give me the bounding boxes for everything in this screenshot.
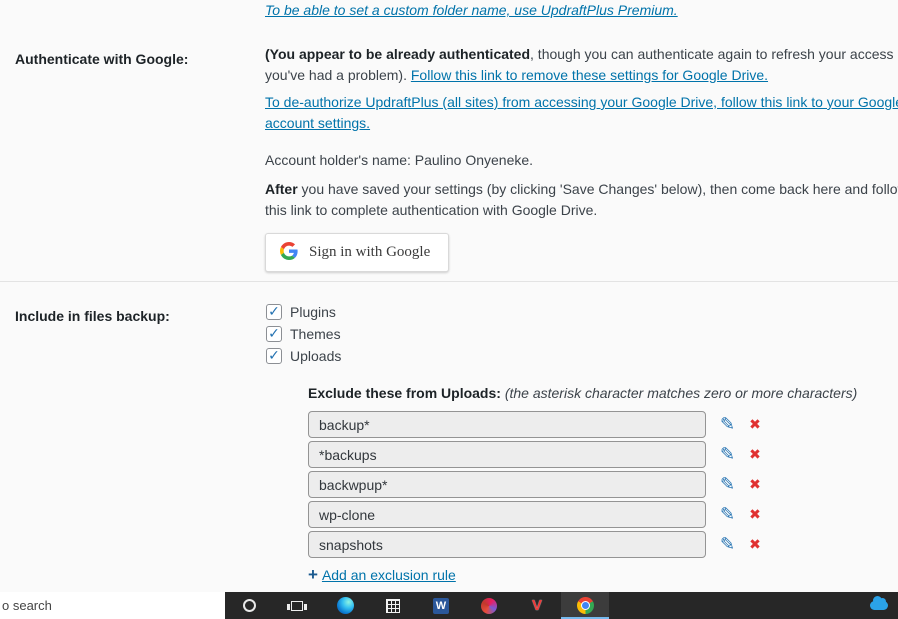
after-save-rest: you have saved your settings (by clickin… (265, 181, 898, 218)
vivaldi-button[interactable]: V (513, 592, 561, 619)
checkbox-label-themes: Themes (290, 326, 341, 342)
vivaldi-icon: V (531, 597, 542, 614)
option-row-themes: ✓ Themes (266, 323, 857, 345)
check-icon: ✓ (268, 326, 280, 342)
word-icon: W (433, 597, 449, 614)
chrome-icon (576, 597, 594, 614)
check-icon: ✓ (268, 304, 280, 320)
exclude-title-bold: Exclude these from Uploads: (308, 385, 501, 401)
edit-rule-icon[interactable]: ✎ (720, 445, 735, 464)
chrome-button[interactable] (561, 592, 609, 619)
google-auth-content: (You appear to be already authenticated,… (265, 44, 898, 272)
edit-rule-icon[interactable]: ✎ (720, 505, 735, 524)
exclusion-rule-input[interactable] (308, 501, 706, 528)
exclusion-rule-row: ✎ ✖ (308, 441, 857, 468)
account-holder-text: Account holder's name: Paulino Onyeneke. (265, 152, 534, 168)
exclusion-rule-row: ✎ ✖ (308, 501, 857, 528)
taskbar-icons: W V (225, 592, 609, 619)
checkbox-uploads[interactable]: ✓ (266, 348, 282, 364)
google-signin-button[interactable]: Sign in with Google (265, 233, 450, 272)
red-swirl-app-icon (481, 597, 497, 614)
option-row-uploads: ✓ Uploads (266, 345, 857, 367)
google-logo-icon (280, 242, 298, 263)
exclusion-rule-input[interactable] (308, 441, 706, 468)
swirl-app-button[interactable] (465, 592, 513, 619)
exclusion-rule-input[interactable] (308, 471, 706, 498)
add-rule-row: + Add an exclusion rule (308, 566, 857, 583)
premium-link[interactable]: To be able to set a custom folder name, … (265, 2, 678, 18)
auth-status-bold: (You appear to be already authenticated (265, 46, 531, 62)
system-tray (870, 596, 898, 610)
exclusion-rule-row: ✎ ✖ (308, 411, 857, 438)
grid-app-button[interactable] (369, 592, 417, 619)
files-backup-content: ✓ Plugins ✓ Themes ✓ Uploads Exclude the… (266, 301, 857, 583)
row-divider (0, 281, 898, 282)
files-backup-label: Include in files backup: (15, 308, 170, 324)
checkbox-label-uploads: Uploads (290, 348, 342, 364)
plus-icon: + (308, 565, 318, 584)
delete-rule-icon[interactable]: ✖ (749, 478, 761, 492)
cortana-button[interactable] (225, 592, 273, 619)
exclusion-rule-row: ✎ ✖ (308, 471, 857, 498)
windows-taskbar: o search W V (0, 592, 898, 619)
delete-rule-icon[interactable]: ✖ (749, 508, 761, 522)
word-button[interactable]: W (417, 592, 465, 619)
grid-app-icon (386, 598, 400, 613)
checkbox-label-plugins: Plugins (290, 304, 336, 320)
deauthorize-link[interactable]: To de-authorize UpdraftPlus (all sites) … (265, 94, 898, 131)
exclude-title-hint: (the asterisk character matches zero or … (500, 385, 858, 401)
after-save-bold: After (265, 181, 298, 197)
task-view-icon (287, 600, 307, 611)
onedrive-icon[interactable] (870, 596, 888, 610)
deauthorize-text: To de-authorize UpdraftPlus (all sites) … (265, 92, 898, 134)
exclusion-rule-input[interactable] (308, 531, 706, 558)
google-signin-label: Sign in with Google (309, 244, 431, 260)
cortana-icon (242, 599, 256, 612)
exclude-uploads-block: Exclude these from Uploads: (the asteris… (308, 383, 857, 583)
edit-rule-icon[interactable]: ✎ (720, 535, 735, 554)
exclusion-rule-row: ✎ ✖ (308, 531, 857, 558)
delete-rule-icon[interactable]: ✖ (749, 538, 761, 552)
search-placeholder: o search (2, 598, 52, 613)
option-row-plugins: ✓ Plugins (266, 301, 857, 323)
delete-rule-icon[interactable]: ✖ (749, 448, 761, 462)
edit-rule-icon[interactable]: ✎ (720, 415, 735, 434)
task-view-button[interactable] (273, 592, 321, 619)
auth-status-text: (You appear to be already authenticated,… (265, 44, 898, 86)
edge-button[interactable] (321, 592, 369, 619)
after-save-text: After you have saved your settings (by c… (265, 179, 898, 221)
google-auth-label: Authenticate with Google: (15, 51, 189, 67)
remove-settings-link[interactable]: Follow this link to remove these setting… (411, 67, 768, 83)
check-icon: ✓ (268, 348, 280, 364)
taskbar-search-box[interactable]: o search (0, 592, 225, 619)
premium-note: To be able to set a custom folder name, … (265, 2, 678, 18)
edit-rule-icon[interactable]: ✎ (720, 475, 735, 494)
checkbox-plugins[interactable]: ✓ (266, 304, 282, 320)
checkbox-themes[interactable]: ✓ (266, 326, 282, 342)
delete-rule-icon[interactable]: ✖ (749, 418, 761, 432)
add-exclusion-rule-link[interactable]: Add an exclusion rule (322, 567, 456, 583)
edge-icon (336, 597, 354, 614)
exclusion-rule-input[interactable] (308, 411, 706, 438)
exclude-title: Exclude these from Uploads: (the asteris… (308, 383, 857, 403)
